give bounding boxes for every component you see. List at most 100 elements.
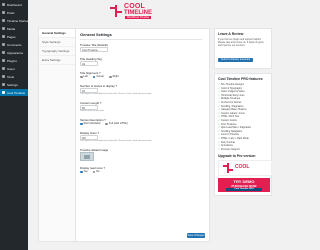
settings-form: General Settings Timeline Title (Default… bbox=[80, 32, 202, 179]
field-stories-content: Stories Description ? Short (Default) Fu… bbox=[80, 118, 202, 126]
admin-sidebar: Dashboard Posts Timeline Stories Media Pages… bbox=[0, 0, 28, 250]
field-content-length: Content Length ? 50 Please enter no of w… bbox=[80, 101, 202, 113]
read-more-no-radio[interactable] bbox=[92, 170, 96, 174]
menu-icon bbox=[2, 3, 5, 6]
menu-icon bbox=[2, 59, 5, 62]
menu-icon bbox=[2, 75, 5, 78]
alignment-left-radio[interactable] bbox=[80, 75, 83, 79]
pro-badge: Cool Timeline PRO bbox=[226, 188, 262, 192]
field-display-icons: Display Icons ? NO This option is overri… bbox=[80, 131, 202, 143]
content-short-label: Short (Default) bbox=[83, 122, 101, 125]
review-panel: Leave A Review If you find our plugin an… bbox=[214, 28, 272, 69]
pro-features-panel: Cool Timeline PRO features 50+ Timeline … bbox=[214, 73, 272, 197]
right-column: Leave A Review If you find our plugin an… bbox=[214, 28, 272, 200]
timeline-logo-icon bbox=[110, 5, 122, 17]
sidebar-item-timeline-stories[interactable]: Timeline Stories bbox=[0, 17, 28, 24]
field-content-length-label: Content Length ? bbox=[80, 101, 102, 105]
save-changes-button[interactable]: Save Changes bbox=[187, 233, 205, 238]
menu-icon bbox=[2, 27, 5, 30]
sidebar-item-plugins[interactable]: Plugins bbox=[0, 57, 28, 64]
sidebar-item-dashboard[interactable]: Dashboard bbox=[0, 1, 28, 8]
menu-icon bbox=[2, 11, 5, 14]
sidebar-item-label: Media bbox=[7, 26, 16, 31]
logo-tagline: WordPress Timeline Plugin bbox=[125, 16, 151, 22]
pro-features-title: Cool Timeline PRO features bbox=[218, 77, 263, 81]
stories-content-radio-group: Short (Default) Full (with HTML) bbox=[80, 122, 202, 126]
tab-style-settings[interactable]: Style Settings bbox=[39, 38, 75, 47]
review-title: Leave A Review bbox=[218, 32, 244, 36]
alignment-left-label: Left bbox=[83, 75, 88, 78]
field-default-image-label: Timeline default Image bbox=[80, 148, 109, 152]
sidebar-item-media[interactable]: Media bbox=[0, 25, 28, 32]
field-read-more: Display read more ? Yes No bbox=[80, 166, 202, 174]
sidebar-item-label: Tools bbox=[7, 74, 15, 79]
field-stories-num: Number of stories to display ? 20 This o… bbox=[80, 84, 202, 96]
stories-number-desc: This option is overridden by shortcode. … bbox=[80, 93, 152, 95]
field-title-label: Timeline Title (Default) bbox=[80, 43, 108, 47]
purchase-banner[interactable]: TRY DEMO PURCHASE NOW Cool Timeline PRO bbox=[218, 178, 270, 193]
sidebar-item-label: Dashboard bbox=[7, 2, 22, 7]
timeline-title-input[interactable]: Cool Timeline bbox=[80, 47, 108, 52]
sidebar-item-label: Settings bbox=[7, 82, 18, 87]
sidebar-item-label: Comments bbox=[7, 42, 22, 47]
settings-tabs: General Settings Style Settings Typograp… bbox=[39, 29, 76, 241]
read-more-yes-label: Yes bbox=[83, 170, 88, 173]
submit-review-button[interactable]: Submit a Review ★★★★★ bbox=[218, 58, 254, 62]
sidebar-item-comments[interactable]: Comments bbox=[0, 41, 28, 48]
menu-icon bbox=[2, 51, 5, 54]
menu-icon bbox=[2, 35, 5, 38]
alignment-right-radio[interactable] bbox=[109, 75, 112, 79]
review-text: If you find our plugin and support helpf… bbox=[218, 38, 264, 47]
menu-icon bbox=[2, 43, 5, 46]
sidebar-item-pages[interactable]: Pages bbox=[0, 33, 28, 40]
content-length-desc: Please enter no of words bbox=[80, 110, 105, 112]
settings-card: General Settings Style Settings Typograp… bbox=[38, 28, 210, 242]
sidebar-item-label: Appearance bbox=[7, 50, 24, 55]
sidebar-item-cool-timeline[interactable]: Cool Timeline bbox=[0, 89, 28, 96]
pro-features-list: 50+ Timeline DesignsColor & TypographyOr… bbox=[218, 83, 268, 151]
content-full-radio[interactable] bbox=[105, 122, 108, 126]
tab-general-settings[interactable]: General Settings bbox=[39, 29, 75, 38]
sidebar-item-appearance[interactable]: Appearance bbox=[0, 49, 28, 56]
promo-timeline-icon bbox=[223, 163, 233, 174]
read-more-yes-radio[interactable] bbox=[80, 170, 83, 174]
menu-icon bbox=[2, 67, 5, 70]
promo-logo-banner[interactable]: COOL bbox=[218, 160, 272, 177]
read-more-radio-group: Yes No bbox=[80, 170, 202, 174]
read-more-no-label: No bbox=[96, 170, 100, 173]
tab-typography-settings[interactable]: Typography Settings bbox=[39, 47, 75, 56]
menu-icon bbox=[2, 19, 5, 22]
sidebar-item-label: Cool Timeline bbox=[7, 90, 26, 95]
menu-icon bbox=[2, 91, 5, 94]
field-title: Timeline Title (Default) Cool Timeline bbox=[80, 43, 202, 52]
menu-icon bbox=[2, 83, 5, 86]
field-alignment: Title Alignment ? Left Center Right bbox=[80, 71, 202, 79]
sidebar-item-label: Pages bbox=[7, 34, 16, 39]
upgrade-title: Upgrade to Pro version bbox=[218, 154, 256, 159]
sidebar-item-label: Plugins bbox=[7, 58, 17, 63]
alignment-radio-group: Left Center Right bbox=[80, 75, 202, 79]
content-full-label: Full (with HTML) bbox=[108, 122, 128, 125]
sidebar-item-posts[interactable]: Posts bbox=[0, 9, 28, 16]
alignment-center-radio[interactable] bbox=[92, 75, 96, 79]
cool-timeline-logo: COOL TIMELINE WordPress Timeline Plugin bbox=[110, 3, 158, 22]
pro-feature-item: Premium Support bbox=[218, 148, 268, 152]
display-icons-desc: This option is overridden by shortcode. … bbox=[80, 140, 152, 142]
sidebar-item-users[interactable]: Users bbox=[0, 65, 28, 72]
field-display-icons-label: Display Icons ? bbox=[80, 131, 99, 135]
default-image-thumbnail[interactable] bbox=[80, 152, 94, 161]
sidebar-item-label: Users bbox=[7, 66, 15, 71]
sidebar-item-tools[interactable]: Tools bbox=[0, 73, 28, 80]
title-tag-select[interactable]: H1 bbox=[80, 61, 98, 66]
tab-extra-settings[interactable]: Extra Settings bbox=[39, 56, 75, 65]
field-title-tag-label: Title Heading Tag bbox=[80, 57, 102, 61]
promo-logo-text: COOL bbox=[235, 164, 250, 171]
content-short-radio[interactable] bbox=[80, 122, 83, 126]
alignment-right-label: Right bbox=[112, 75, 119, 78]
field-default-image: Timeline default Image bbox=[80, 148, 202, 161]
sidebar-item-settings[interactable]: Settings bbox=[0, 81, 28, 88]
field-stories-num-label: Number of stories to display ? bbox=[80, 84, 117, 88]
field-title-tag: Title Heading Tag H1 bbox=[80, 57, 202, 66]
form-heading: General Settings bbox=[80, 32, 112, 37]
divider bbox=[80, 39, 202, 40]
